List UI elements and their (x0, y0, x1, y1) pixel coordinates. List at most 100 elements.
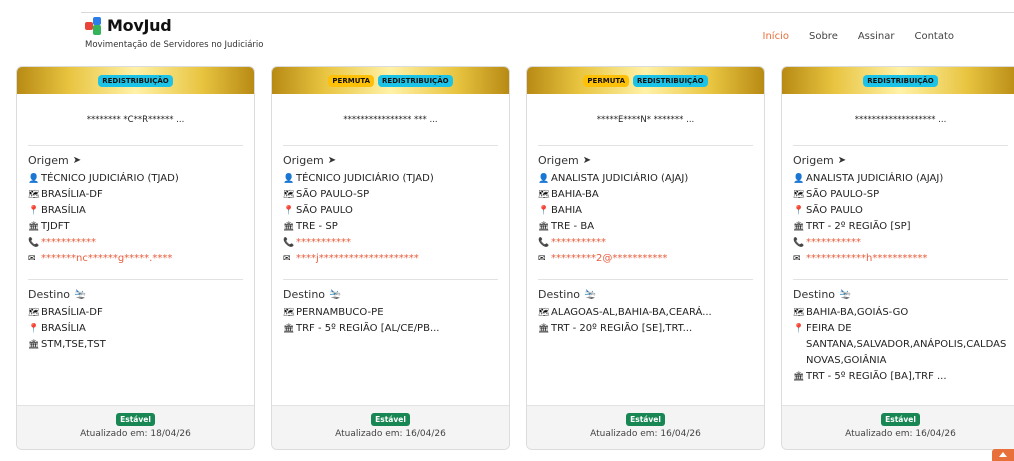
destino-label: Destino (793, 288, 836, 301)
telefone-text: *********** (41, 237, 96, 248)
destino-title: Destino 🛬 (538, 288, 753, 301)
uf-text: SÃO PAULO-SP (806, 189, 880, 200)
uf-text: ALAGOAS-AL,BAHIA-BA,CEARÁ... (551, 307, 712, 318)
orgao-text: TRF - 5º REGIÃO [AL/CE/PB... (296, 323, 440, 334)
envelope-icon: ✉ (28, 254, 36, 264)
phone-icon: 📞 (793, 238, 805, 248)
masked-name: **************** *** ... (343, 115, 438, 125)
orgao-text: TRT - 2º REGIÃO [SP] (806, 221, 911, 232)
location-pin-icon: 📍 (28, 206, 40, 216)
cargo-text: ANALISTA JUDICIÁRIO (AJAJ) (806, 173, 944, 184)
telefone-text: *********** (296, 237, 351, 248)
building-icon: 🏛 (793, 222, 805, 232)
masked-name: ******** *C**R****** ... (86, 115, 185, 125)
tag-redistribuicao: REDISTRIBUIÇÃO (863, 74, 938, 87)
nav-sobre[interactable]: Sobre (809, 31, 838, 42)
envelope-icon: ✉ (283, 254, 291, 264)
tag-redistribuicao: REDISTRIBUIÇÃO (633, 74, 708, 87)
tag-redistribuicao: REDISTRIBUIÇÃO (98, 74, 173, 87)
nav-contato[interactable]: Contato (914, 31, 954, 42)
origem-cidade: 📍 BRASÍLIA (28, 203, 243, 219)
divider (793, 279, 1008, 280)
card-footer: Estável Atualizado em: 16/04/26 (527, 405, 764, 449)
location-pin-icon: 📍 (793, 206, 805, 216)
origem-label: Origem (793, 154, 834, 167)
origem-label: Origem (28, 154, 69, 167)
server-card[interactable]: PERMUTA REDISTRIBUIÇÃO **************** … (271, 66, 510, 450)
brand[interactable]: MovJud Movimentação de Servidores no Jud… (85, 16, 285, 50)
email-text: ************h*********** (806, 253, 928, 264)
origem-cargo: 👤 ANALISTA JUDICIÁRIO (AJAJ) (538, 171, 753, 187)
divider (283, 279, 498, 280)
origem-title: Origem ➤ (793, 154, 1008, 167)
destino-cidade: 📍 FEIRA DE SANTANA,SALVADOR,ANÁPOLIS,CALD… (793, 321, 1008, 369)
divider (793, 145, 1008, 146)
origem-cargo: 👤 TÉCNICO JUDICIÁRIO (TJAD) (28, 171, 243, 187)
uf-text: BRASÍLIA-DF (41, 307, 103, 318)
destino-orgao: 🏛 TRT - 20º REGIÃO [SE],TRT... (538, 321, 753, 337)
location-pin-icon: 📍 (28, 324, 40, 334)
top-nav: Início Sobre Assinar Contato (743, 31, 954, 42)
cargo-text: TÉCNICO JUDICIÁRIO (TJAD) (41, 173, 179, 184)
masked-name: ******************* ... (854, 115, 947, 125)
destino-uf: 🗺 ALAGOAS-AL,BAHIA-BA,CEARÁ... (538, 305, 753, 321)
card-footer: Estável Atualizado em: 16/04/26 (782, 405, 1014, 449)
user-icon: 👤 (283, 174, 295, 184)
destino-orgao: 🏛 TRT - 5º REGIÃO [BA],TRF ... (793, 369, 1008, 385)
brand-name: MovJud (107, 16, 172, 35)
paper-plane-icon: ➤ (327, 155, 337, 166)
updated-date: Atualizado em: 16/04/26 (845, 429, 956, 439)
building-icon: 🏛 (538, 324, 550, 334)
destino-label: Destino (283, 288, 326, 301)
server-card[interactable]: REDISTRIBUIÇÃO ******** *C**R****** ... … (16, 66, 255, 450)
tag-redistribuicao: REDISTRIBUIÇÃO (378, 74, 453, 87)
phone-icon: 📞 (28, 238, 40, 248)
header-divider (81, 12, 1014, 13)
origem-title: Origem ➤ (538, 154, 753, 167)
divider (538, 145, 753, 146)
origem-cargo: 👤 TÉCNICO JUDICIÁRIO (TJAD) (283, 171, 498, 187)
destino-title: Destino 🛬 (283, 288, 498, 301)
orgao-text: TRT - 5º REGIÃO [BA],TRF ... (806, 371, 947, 382)
orgao-text: TRT - 20º REGIÃO [SE],TRT... (551, 323, 693, 334)
paper-plane-icon: ➤ (837, 155, 847, 166)
cidade-text: BAHIA (551, 205, 583, 216)
origem-cidade: 📍 BAHIA (538, 203, 753, 219)
origem-orgao: 🏛 TJDFT (28, 219, 243, 235)
origem-orgao: 🏛 TRE - SP (283, 219, 498, 235)
map-icon: 🗺 (283, 308, 295, 318)
origem-label: Origem (538, 154, 579, 167)
destino-orgao: 🏛 TRF - 5º REGIÃO [AL/CE/PB... (283, 321, 498, 337)
uf-text: SÃO PAULO-SP (296, 189, 370, 200)
map-icon: 🗺 (793, 308, 805, 318)
envelope-icon: ✉ (538, 254, 546, 264)
cidade-text: BRASÍLIA (41, 323, 86, 334)
nav-inicio[interactable]: Início (763, 31, 789, 42)
origem-cargo: 👤 ANALISTA JUDICIÁRIO (AJAJ) (793, 171, 1008, 187)
orgao-text: STM,TSE,TST (41, 339, 106, 350)
server-card[interactable]: REDISTRIBUIÇÃO ******************* ... O… (781, 66, 1014, 450)
map-icon: 🗺 (28, 190, 40, 200)
card-footer: Estável Atualizado em: 16/04/26 (272, 405, 509, 449)
building-icon: 🏛 (793, 372, 805, 382)
paper-plane-icon: ➤ (72, 155, 82, 166)
email-text: ****j******************** (296, 253, 419, 264)
destino-cidade: 📍 BRASÍLIA (28, 321, 243, 337)
scroll-to-top-button[interactable] (992, 449, 1014, 461)
server-card[interactable]: PERMUTA REDISTRIBUIÇÃO *****E****N* ****… (526, 66, 765, 450)
nav-assinar[interactable]: Assinar (858, 31, 895, 42)
cargo-text: ANALISTA JUDICIÁRIO (AJAJ) (551, 173, 689, 184)
card-header: REDISTRIBUIÇÃO (782, 67, 1014, 94)
telefone-text: *********** (806, 237, 861, 248)
origem-orgao: 🏛 TRT - 2º REGIÃO [SP] (793, 219, 1008, 235)
destino-uf: 🗺 BRASÍLIA-DF (28, 305, 243, 321)
building-icon: 🏛 (538, 222, 550, 232)
user-icon: 👤 (538, 174, 550, 184)
plane-landing-icon: 🛬 (584, 289, 597, 300)
origem-title: Origem ➤ (28, 154, 243, 167)
map-icon: 🗺 (793, 190, 805, 200)
divider (28, 145, 243, 146)
plane-landing-icon: 🛬 (839, 289, 852, 300)
building-icon: 🏛 (283, 222, 295, 232)
card-header: PERMUTA REDISTRIBUIÇÃO (272, 67, 509, 94)
